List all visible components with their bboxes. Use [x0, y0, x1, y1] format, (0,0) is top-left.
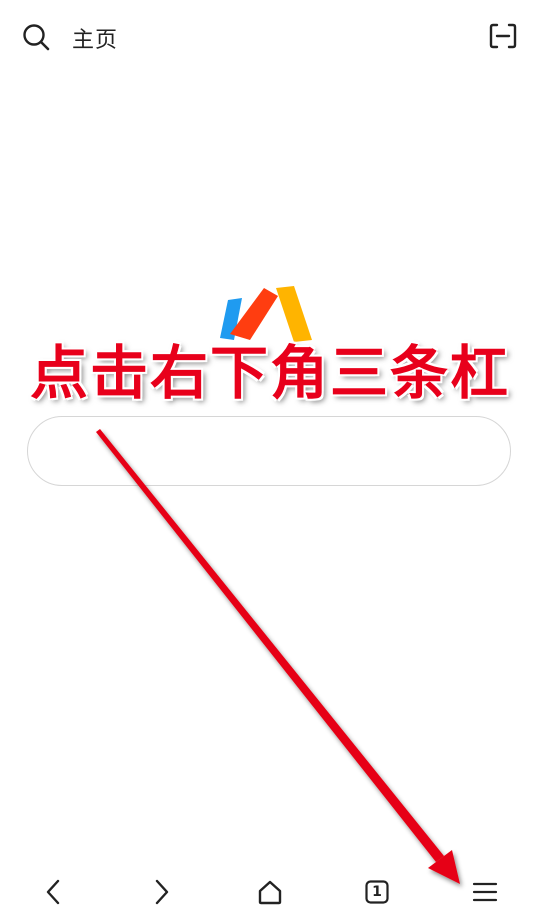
home-icon[interactable]	[250, 872, 290, 912]
forward-icon[interactable]	[141, 872, 181, 912]
instruction-annotation: 点击右下角三条杠	[29, 339, 510, 407]
tabs-icon[interactable]: 1	[357, 872, 397, 912]
search-icon[interactable]	[22, 23, 50, 51]
scan-icon[interactable]	[488, 22, 518, 50]
search-input[interactable]	[27, 416, 511, 486]
page-title: 主页	[72, 28, 119, 53]
top-bar: 主页	[0, 0, 540, 72]
bottom-nav-bar: 1	[0, 860, 540, 924]
menu-icon[interactable]	[465, 872, 505, 912]
tab-count: 1	[372, 884, 382, 900]
back-icon[interactable]	[34, 872, 74, 912]
